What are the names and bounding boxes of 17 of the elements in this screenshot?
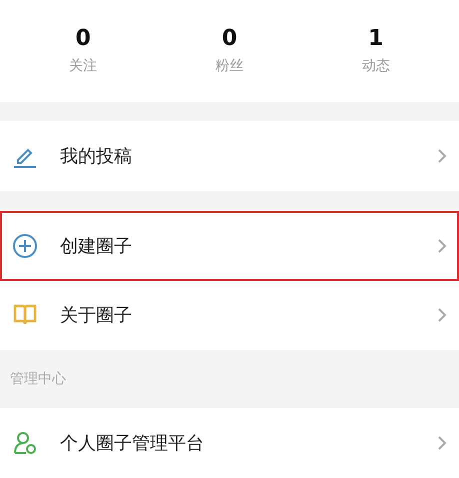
stat-label: 动态: [362, 57, 390, 76]
plus-circle-icon: [12, 232, 38, 259]
section-title: 管理中心: [9, 370, 67, 390]
menu-item[interactable]: 个人圈子管理平台: [0, 408, 459, 478]
stat-label: 关注: [69, 57, 98, 76]
stat-value: 0: [76, 26, 91, 52]
chevron-right-icon: [437, 148, 447, 164]
stat-value: 0: [222, 26, 238, 52]
menu-item[interactable]: 关于圈子: [0, 280, 459, 350]
chevron-right-icon: [437, 435, 447, 452]
stat-label: 粉丝: [215, 57, 244, 76]
menu-item[interactable]: 我的投稿: [0, 121, 459, 192]
menu-item[interactable]: 创建圈子: [0, 210, 459, 281]
chevron-right-icon: [437, 238, 447, 254]
chevron-right-icon: [437, 307, 447, 324]
person-settings-icon: [12, 430, 38, 456]
stat-value: 1: [368, 26, 384, 52]
